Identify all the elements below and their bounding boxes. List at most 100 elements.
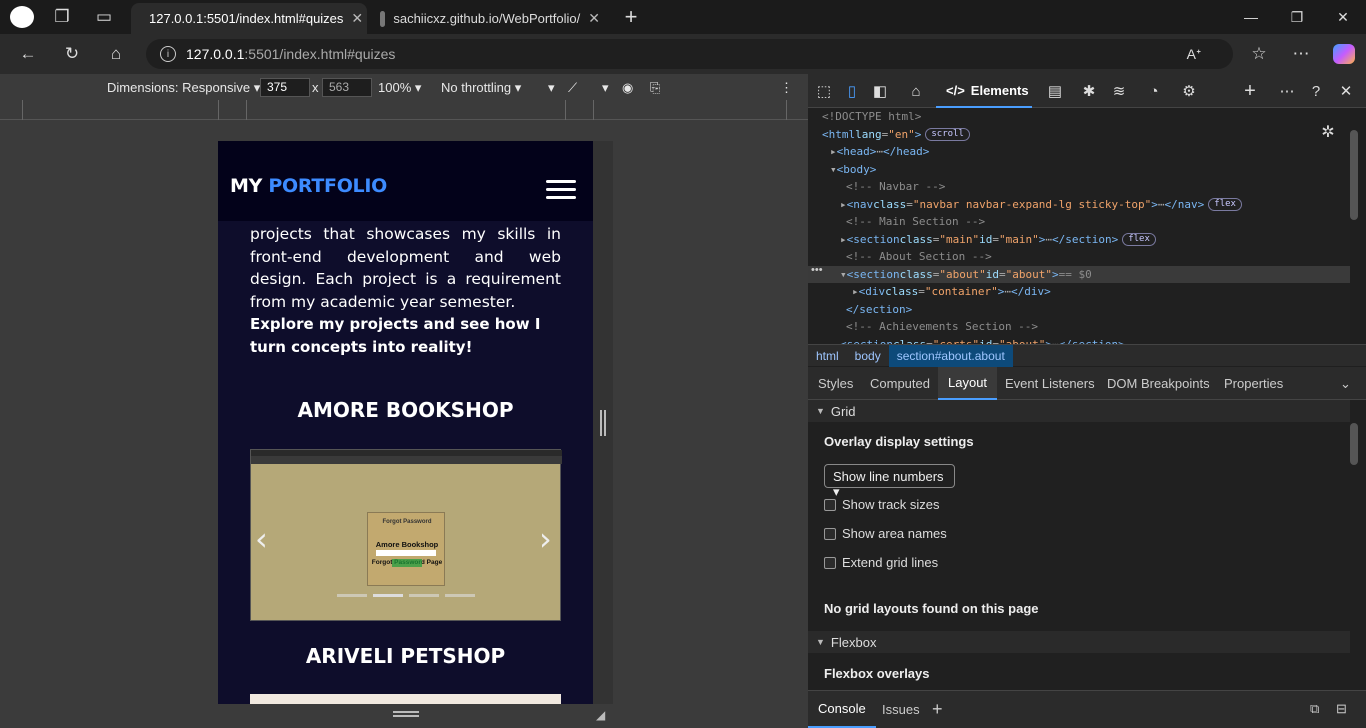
new-tab-button[interactable]: + bbox=[617, 4, 645, 29]
grid-section-header[interactable]: ▼ Grid bbox=[808, 400, 1350, 422]
address-bar[interactable]: i 127.0.0.1:5501/index.html#quizes bbox=[146, 39, 1233, 69]
dimensions-select[interactable]: Dimensions: Responsive ▾ bbox=[107, 80, 260, 96]
close-window-icon[interactable]: ✕ bbox=[1320, 0, 1366, 34]
breadcrumb-html[interactable]: html bbox=[808, 349, 847, 363]
tab-inactive[interactable]: sachiicxz.github.io/WebPortfolio/ ✕ bbox=[370, 3, 610, 34]
add-tool-icon[interactable]: + bbox=[1239, 80, 1261, 102]
workspaces-icon[interactable]: ❐ bbox=[48, 5, 76, 29]
project-carousel[interactable]: Forgot Password Amore Bookshop Forgot Pa… bbox=[250, 449, 562, 621]
dom-node-line[interactable]: <!-- About Section --> bbox=[808, 248, 1350, 265]
dom-node-line[interactable]: ▸ <div class = "container" > ⋯ </div> bbox=[808, 283, 1350, 300]
panel-scrollbar[interactable] bbox=[1350, 423, 1358, 465]
width-input[interactable]: 375 bbox=[260, 78, 310, 97]
favorites-icon[interactable]: ☆ bbox=[1245, 42, 1273, 66]
dock-drawer-icon[interactable]: ⧉ bbox=[1300, 690, 1329, 728]
carousel-indicator[interactable] bbox=[373, 594, 403, 597]
tab-issues[interactable]: Issues bbox=[872, 690, 930, 728]
checkbox-icon[interactable] bbox=[824, 556, 836, 569]
carousel-indicator[interactable] bbox=[445, 594, 475, 597]
overlay-select[interactable]: Show line numbers ▾ bbox=[824, 464, 955, 499]
height-input[interactable]: 563 bbox=[322, 78, 372, 97]
welcome-home-icon[interactable]: ⌂ bbox=[905, 80, 927, 102]
checkbox-icon[interactable] bbox=[824, 527, 836, 540]
corner-resize-icon[interactable]: ◢ bbox=[596, 708, 605, 722]
breadcrumb-body[interactable]: body bbox=[847, 349, 889, 363]
read-aloud-icon[interactable]: Aᐩ bbox=[1180, 42, 1208, 66]
checkbox-track-sizes[interactable]: Show track sizes bbox=[824, 497, 940, 512]
settings-gear-icon[interactable]: ⚙ bbox=[1178, 80, 1200, 102]
more-options-icon[interactable]: ⋮ bbox=[780, 80, 793, 96]
resize-grip-icon[interactable] bbox=[393, 711, 419, 717]
carousel-indicator[interactable] bbox=[409, 594, 439, 597]
maximize-icon[interactable]: ❐ bbox=[1274, 0, 1320, 34]
dom-node-line[interactable]: <!DOCTYPE html> bbox=[808, 108, 1350, 125]
close-devtools-icon[interactable]: ✕ bbox=[1335, 80, 1357, 102]
close-tab-icon[interactable]: ✕ bbox=[588, 10, 600, 27]
tab-dom-breakpoints[interactable]: DOM Breakpoints bbox=[1097, 367, 1220, 400]
checkbox-icon[interactable] bbox=[824, 498, 836, 511]
dom-node-line[interactable]: </section> bbox=[808, 301, 1350, 318]
carousel-indicator[interactable] bbox=[337, 594, 367, 597]
vision-icon[interactable]: ◉ bbox=[622, 80, 633, 96]
bug-icon[interactable]: ✱ bbox=[1078, 80, 1100, 102]
close-tab-icon[interactable]: ✕ bbox=[351, 10, 363, 27]
inspect-icon[interactable]: ⬚ bbox=[813, 80, 835, 102]
tab-console[interactable]: Console bbox=[808, 690, 876, 728]
tab-computed[interactable]: Computed bbox=[860, 367, 940, 400]
tab-properties[interactable]: Properties bbox=[1214, 367, 1293, 400]
dom-node-line[interactable]: ▾ <section class = "about" id = "about" > == … bbox=[808, 265, 1350, 283]
dom-node-line[interactable]: ▾ <body> bbox=[808, 161, 1350, 178]
device-options-dropdown[interactable]: ▾ bbox=[548, 80, 555, 96]
dom-node-line[interactable]: ▸ <nav class = "navbar navbar-expand-lg st… bbox=[808, 196, 1350, 213]
node-actions-icon[interactable]: ••• bbox=[811, 264, 823, 276]
carousel-next-icon[interactable]: › bbox=[539, 520, 552, 558]
tab-styles[interactable]: Styles bbox=[808, 367, 863, 400]
rotate-icon[interactable]: ⎘ bbox=[650, 80, 660, 96]
resize-handle-right[interactable] bbox=[600, 410, 606, 436]
dom-node-line[interactable]: ▸ <section class = "main" id = "main" > ⋯ </sec… bbox=[808, 231, 1350, 248]
carousel-prev-icon[interactable]: ‹ bbox=[255, 520, 268, 558]
chevron-down-icon[interactable]: ⌄ bbox=[1330, 367, 1361, 400]
dock-icon[interactable]: ◧ bbox=[869, 80, 891, 102]
dom-node-line[interactable]: <!-- Achievements Section --> bbox=[808, 318, 1350, 335]
back-icon[interactable]: ← bbox=[14, 42, 42, 66]
sensor-icon[interactable]: ⟋ bbox=[568, 80, 577, 96]
accessibility-icon[interactable]: ✲ bbox=[1318, 122, 1338, 144]
checkbox-area-names[interactable]: Show area names bbox=[824, 526, 947, 541]
zoom-select[interactable]: 100% ▾ bbox=[378, 80, 421, 96]
dom-scrollbar[interactable] bbox=[1350, 130, 1358, 220]
performance-icon[interactable]: ◔ bbox=[1143, 80, 1165, 102]
close-drawer-icon[interactable]: ⊟ bbox=[1326, 690, 1357, 728]
hamburger-icon[interactable] bbox=[546, 188, 576, 191]
more-tools-icon[interactable]: ⋯ bbox=[1276, 80, 1298, 102]
copilot-icon[interactable] bbox=[1333, 44, 1355, 64]
console-icon[interactable]: ▤ bbox=[1044, 80, 1066, 102]
site-brand[interactable]: MY PORTFOLIO bbox=[230, 175, 387, 197]
breadcrumb-section[interactable]: section#about.about bbox=[888, 344, 1013, 367]
hamburger-icon[interactable] bbox=[546, 196, 576, 199]
tab-event-listeners[interactable]: Event Listeners bbox=[995, 367, 1105, 400]
add-drawer-tab-icon[interactable]: + bbox=[922, 690, 953, 728]
wifi-icon[interactable]: ≋ bbox=[1108, 80, 1130, 102]
dom-node-line[interactable]: <!-- Navbar --> bbox=[808, 178, 1350, 195]
flexbox-section-header[interactable]: ▼ Flexbox bbox=[808, 631, 1350, 653]
profile-avatar[interactable] bbox=[10, 6, 34, 28]
dom-node-line[interactable]: <html lang = "en" > scroll bbox=[808, 126, 1350, 143]
tab-layout[interactable]: Layout bbox=[938, 367, 998, 400]
minimize-icon[interactable]: — bbox=[1228, 0, 1274, 34]
home-icon[interactable]: ⌂ bbox=[102, 42, 130, 66]
site-info-icon[interactable]: i bbox=[160, 46, 176, 62]
dom-node-line[interactable]: <section class = "certs" id = "about" > ⋯ </sec… bbox=[808, 336, 1350, 345]
tab-actions-icon[interactable]: ▭ bbox=[90, 5, 118, 29]
more-icon[interactable]: ⋯ bbox=[1287, 42, 1315, 66]
checkbox-extend-lines[interactable]: Extend grid lines bbox=[824, 555, 938, 570]
dom-node-line[interactable]: <!-- Main Section --> bbox=[808, 213, 1350, 230]
tab-elements[interactable]: </> Elements bbox=[936, 74, 1032, 108]
reload-icon[interactable]: ↻ bbox=[58, 42, 86, 66]
help-icon[interactable]: ? bbox=[1305, 80, 1327, 102]
hamburger-icon[interactable] bbox=[546, 180, 576, 183]
dom-tree[interactable]: <!DOCTYPE html> <html lang = "en" > scroll ▸ <… bbox=[808, 108, 1350, 344]
throttling-select[interactable]: No throttling ▾ bbox=[441, 80, 521, 96]
dropdown-arrow-icon[interactable]: ▾ bbox=[602, 80, 609, 96]
dom-node-line[interactable]: ▸ <head> ⋯ </head> bbox=[808, 143, 1350, 160]
